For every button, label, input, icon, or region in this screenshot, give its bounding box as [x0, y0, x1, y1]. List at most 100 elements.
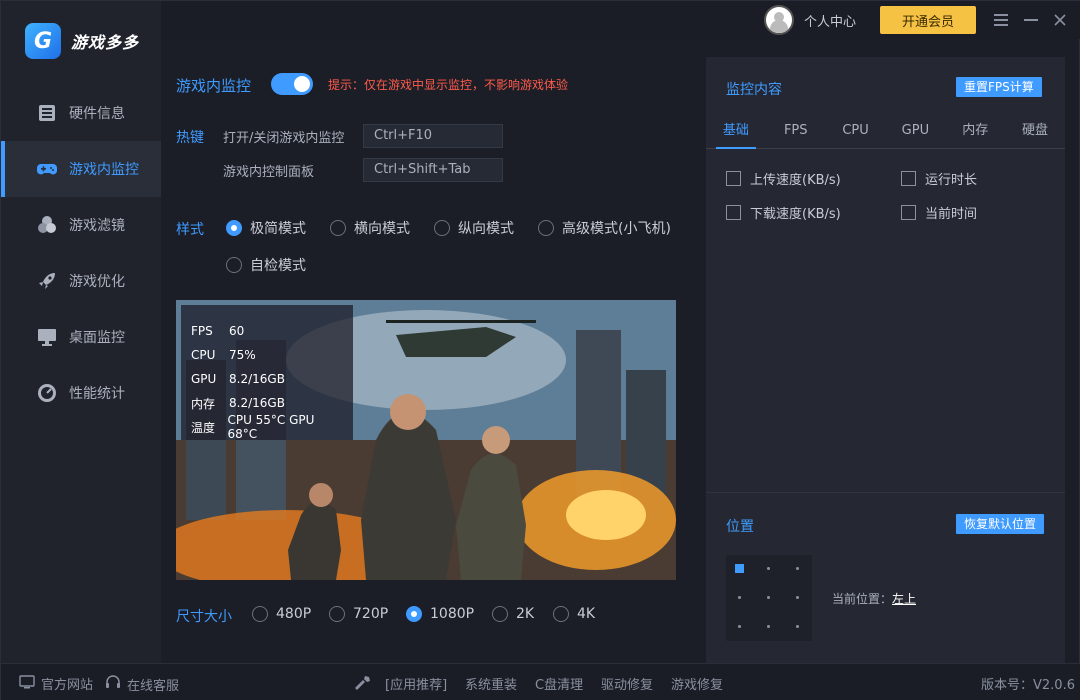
- tab-disk[interactable]: 硬盘: [1005, 117, 1065, 148]
- check-runtime[interactable]: 运行时长: [901, 169, 977, 188]
- size-option-4k[interactable]: 4K: [553, 606, 595, 622]
- tab-memory[interactable]: 内存: [945, 117, 1005, 148]
- current-position-value: 左上: [892, 592, 917, 606]
- sidebar-item-filter[interactable]: 游戏滤镜: [1, 197, 161, 253]
- minimize-icon[interactable]: [1020, 9, 1042, 31]
- reset-position-button[interactable]: 恢复默认位置: [956, 514, 1045, 534]
- radio-label: 极简模式: [250, 221, 306, 237]
- style-option-horizontal[interactable]: 横向模式: [330, 218, 410, 238]
- vip-button[interactable]: 开通会员: [880, 6, 976, 34]
- check-current-time[interactable]: 当前时间: [901, 203, 977, 222]
- check-upload-speed[interactable]: 上传速度(KB/s): [726, 169, 841, 188]
- footer: 官方网站 在线客服 [应用推荐] 系统重装 C盘清理 驱动修复 游戏修复 版本号…: [1, 663, 1080, 700]
- online-service-link[interactable]: 在线客服: [105, 674, 179, 694]
- app-window: G 游戏多多 硬件信息 游戏内监控 游戏滤镜 游戏优化 桌面监控 性能统计 个人…: [0, 0, 1080, 700]
- system-reinstall-link[interactable]: 系统重装: [465, 674, 517, 693]
- radio-label: 纵向模式: [458, 221, 514, 237]
- reset-fps-button[interactable]: 重置FPS计算: [956, 77, 1042, 97]
- size-option-480p[interactable]: 480P: [252, 606, 311, 622]
- position-bottom-left[interactable]: [738, 625, 741, 628]
- position-top-right[interactable]: [796, 567, 799, 570]
- tab-gpu[interactable]: GPU: [885, 117, 945, 148]
- position-bottom-center[interactable]: [767, 625, 770, 628]
- user-center-link[interactable]: 个人中心: [804, 11, 856, 30]
- sidebar-item-label: 游戏优化: [69, 274, 125, 290]
- close-icon[interactable]: [1049, 9, 1071, 31]
- hotkey-control-panel-field[interactable]: Ctrl+Shift+Tab: [363, 158, 503, 182]
- overlay-value: CPU 55°C GPU 68°C: [227, 413, 315, 441]
- sidebar-item-desktop-monitor[interactable]: 桌面监控: [1, 309, 161, 365]
- app-name: 游戏多多: [71, 33, 140, 52]
- style-option-vertical[interactable]: 纵向模式: [434, 218, 514, 238]
- logo-icon: G: [25, 23, 61, 59]
- sidebar-item-optimize[interactable]: 游戏优化: [1, 253, 161, 309]
- sidebar-item-in-game-monitor[interactable]: 游戏内监控: [1, 141, 161, 197]
- c-drive-clean-link[interactable]: C盘清理: [535, 674, 583, 693]
- overlay-row: FPS 60: [191, 319, 343, 343]
- version-label: 版本号：V2.0.6: [981, 678, 1075, 693]
- tab-cpu[interactable]: CPU: [826, 117, 886, 148]
- hardware-icon: [37, 103, 57, 123]
- radio-label: 480P: [276, 606, 312, 622]
- official-site-link[interactable]: 官方网站: [19, 674, 93, 693]
- radio-label: 2K: [516, 606, 535, 622]
- style-label: 样式: [176, 222, 204, 238]
- checkbox-icon: [901, 205, 916, 220]
- position-top-left[interactable]: [735, 564, 744, 573]
- style-option-minimal[interactable]: 极简模式: [226, 218, 306, 238]
- hotkey-name: 游戏内控制面板: [223, 164, 315, 180]
- app-recommend-link[interactable]: [应用推荐]: [385, 674, 447, 693]
- radio-icon: [492, 606, 508, 622]
- sidebar-item-hardware[interactable]: 硬件信息: [1, 85, 161, 141]
- check-download-speed[interactable]: 下载速度(KB/s): [726, 203, 841, 222]
- checkbox-icon: [726, 205, 741, 220]
- sidebar: G 游戏多多 硬件信息 游戏内监控 游戏滤镜 游戏优化 桌面监控 性能统计: [1, 1, 161, 663]
- hotkey-name: 打开/关闭游戏内监控: [223, 130, 345, 146]
- position-grid[interactable]: [726, 555, 812, 641]
- position-top-center[interactable]: [767, 567, 770, 570]
- avatar[interactable]: [764, 5, 794, 35]
- monitor-label: 游戏内监控: [176, 77, 252, 95]
- footer-label: 在线客服: [127, 678, 180, 694]
- website-icon: [19, 674, 35, 693]
- radio-icon: [226, 220, 242, 236]
- size-option-720p[interactable]: 720P: [329, 606, 388, 622]
- position-middle-right[interactable]: [796, 596, 799, 599]
- sidebar-item-performance[interactable]: 性能统计: [1, 365, 161, 421]
- driver-repair-link[interactable]: 驱动修复: [601, 674, 653, 693]
- radio-icon: [329, 606, 345, 622]
- radio-label: 4K: [577, 606, 596, 622]
- current-position: 当前位置：左上: [832, 590, 916, 607]
- position-middle-left[interactable]: [738, 596, 741, 599]
- title-bar: 个人中心 开通会员: [161, 1, 1080, 39]
- hotkey-row: 游戏内控制面板 Ctrl+Shift+Tab: [223, 158, 503, 182]
- position-section: 位置 恢复默认位置 当前位置：左上: [706, 492, 1065, 663]
- overlay-row: 温度 CPU 55°C GPU 68°C: [191, 413, 343, 441]
- hotkey-toggle-monitor-field[interactable]: Ctrl+F10: [363, 124, 503, 148]
- position-bottom-right[interactable]: [796, 625, 799, 628]
- game-repair-link[interactable]: 游戏修复: [671, 674, 723, 693]
- monitor-toggle[interactable]: [271, 73, 313, 95]
- checkbox-label: 上传速度(KB/s): [750, 173, 841, 188]
- position-center[interactable]: [767, 596, 770, 599]
- sidebar-nav: 硬件信息 游戏内监控 游戏滤镜 游戏优化 桌面监控 性能统计: [1, 85, 161, 421]
- content-tabs: 基础 FPS CPU GPU 内存 硬盘: [706, 117, 1065, 149]
- preview-image: FPS 60 CPU 75% GPU 8.2/16GB 内存 8.2/16GB 温度 CP…: [176, 300, 676, 580]
- filter-icon: [37, 215, 57, 235]
- sidebar-item-label: 硬件信息: [69, 106, 125, 122]
- main-panel: 游戏内监控 提示：仅在游戏中显示监控，不影响游戏体验 热键 打开/关闭游戏内监控…: [161, 39, 706, 663]
- rocket-icon: [37, 271, 57, 291]
- radio-icon: [252, 606, 268, 622]
- tools-icon: [353, 674, 373, 690]
- menu-icon[interactable]: [990, 9, 1012, 31]
- size-option-1080p[interactable]: 1080P: [406, 606, 474, 622]
- style-option-advanced[interactable]: 高级模式(小飞机): [538, 218, 671, 238]
- tab-basic[interactable]: 基础: [706, 117, 766, 149]
- size-option-2k[interactable]: 2K: [492, 606, 534, 622]
- monitor-overlay: FPS 60 CPU 75% GPU 8.2/16GB 内存 8.2/16GB 温度 CP…: [181, 305, 353, 441]
- position-title: 位置: [726, 519, 754, 535]
- content-title: 监控内容: [726, 82, 782, 98]
- overlay-key: FPS: [191, 324, 213, 338]
- style-option-selfcheck[interactable]: 自检模式: [226, 255, 306, 275]
- tab-fps[interactable]: FPS: [766, 117, 826, 148]
